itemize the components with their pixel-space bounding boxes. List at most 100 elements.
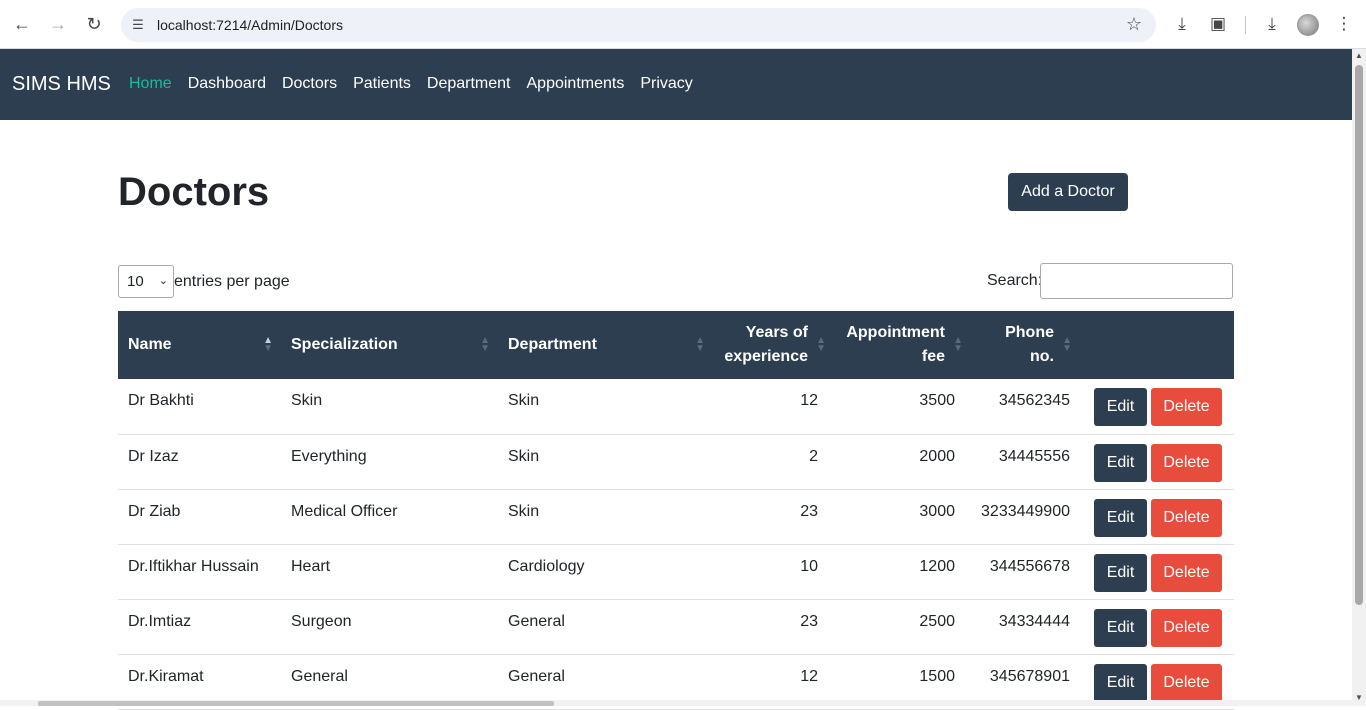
nav-link-home[interactable]: Home bbox=[129, 75, 172, 93]
cell-specialization: Heart bbox=[291, 557, 331, 575]
delete-button[interactable]: Delete bbox=[1151, 388, 1222, 426]
column-header-experience-label: Years of experience bbox=[724, 324, 808, 365]
scroll-up-icon[interactable]: ▲ bbox=[1355, 51, 1363, 60]
forward-arrow-icon[interactable]: → bbox=[44, 9, 72, 39]
menu-kebab-icon[interactable]: ⋮ bbox=[1332, 12, 1356, 36]
edit-button[interactable]: Edit bbox=[1094, 553, 1147, 592]
sort-icon: ▲ ▼ bbox=[1062, 335, 1072, 354]
table-row: Dr.Imtiaz Surgeon General 23 2500 343344… bbox=[118, 599, 1234, 654]
column-header-fee-label: Appointment fee bbox=[846, 324, 945, 365]
horizontal-scrollbar[interactable] bbox=[0, 700, 1352, 706]
brand-logo[interactable]: SIMS HMS bbox=[12, 73, 111, 96]
edit-button[interactable]: Edit bbox=[1094, 443, 1147, 482]
cell-department: Cardiology bbox=[508, 557, 585, 575]
search-input[interactable] bbox=[1040, 263, 1233, 299]
delete-button[interactable]: Delete bbox=[1151, 443, 1222, 482]
edit-button[interactable]: Edit bbox=[1094, 388, 1147, 426]
column-header-fee[interactable]: Appointment fee ▲ ▼ bbox=[834, 311, 971, 379]
nav-links: Home Dashboard Doctors Patients Departme… bbox=[129, 75, 693, 93]
cell-phone: 3233449900 bbox=[981, 502, 1070, 520]
column-header-experience[interactable]: Years of experience ▲ ▼ bbox=[713, 311, 834, 379]
cell-fee: 3500 bbox=[919, 392, 955, 409]
entries-per-page-value: 10 bbox=[127, 273, 144, 290]
page-title: Doctors bbox=[118, 170, 270, 214]
entries-per-page-label: entries per page bbox=[174, 273, 290, 290]
sort-icon: ▲ ▼ bbox=[953, 335, 963, 354]
column-header-specialization[interactable]: Specialization ▲ ▼ bbox=[281, 311, 498, 379]
column-header-phone[interactable]: Phone no. ▲ ▼ bbox=[971, 311, 1080, 379]
cell-name: Dr Ziab bbox=[128, 502, 181, 520]
cell-name: Dr.Iftikhar Hussain bbox=[128, 557, 259, 575]
cell-phone: 344556678 bbox=[989, 557, 1070, 575]
cell-department: Skin bbox=[508, 502, 540, 520]
edit-button[interactable]: Edit bbox=[1094, 498, 1147, 537]
browser-toolbar: ← → ↻ ☰ localhost:7214/Admin/Doctors ☆ ⤓… bbox=[0, 0, 1366, 49]
edit-button[interactable]: Edit bbox=[1094, 663, 1147, 702]
cell-name: Dr Bakhti bbox=[128, 392, 194, 409]
doctors-table: Name ▲ ▼ Specialization ▲ ▼ Department ▲ ▼ … bbox=[118, 311, 1234, 710]
cell-experience: 23 bbox=[800, 502, 818, 520]
cell-name: Dr.Imtiaz bbox=[128, 612, 192, 630]
vertical-scrollbar[interactable]: ▲ ▼ bbox=[1352, 49, 1366, 706]
chevron-down-icon: ⌄ bbox=[158, 275, 168, 287]
cell-department: Skin bbox=[508, 447, 540, 465]
table-header-row: Name ▲ ▼ Specialization ▲ ▼ Department ▲ ▼ … bbox=[118, 311, 1234, 379]
back-arrow-icon[interactable]: ← bbox=[8, 9, 36, 39]
reload-icon[interactable]: ↻ bbox=[80, 9, 108, 39]
delete-button[interactable]: Delete bbox=[1151, 608, 1222, 647]
column-header-name-label: Name bbox=[128, 336, 172, 353]
cell-specialization: Everything bbox=[291, 447, 367, 465]
sort-icon: ▲ ▼ bbox=[480, 335, 490, 354]
download-status-icon[interactable]: ⤓ bbox=[1170, 12, 1194, 36]
address-bar[interactable]: ☰ localhost:7214/Admin/Doctors ☆ bbox=[121, 8, 1156, 42]
downloads-icon[interactable]: ⤓ bbox=[1260, 12, 1284, 36]
cell-department: General bbox=[508, 612, 565, 630]
column-header-department[interactable]: Department ▲ ▼ bbox=[498, 311, 713, 379]
cell-fee: 3000 bbox=[919, 502, 955, 520]
cell-actions: Edit Delete bbox=[1080, 544, 1234, 599]
nav-link-doctors[interactable]: Doctors bbox=[282, 75, 337, 93]
nav-link-department[interactable]: Department bbox=[427, 75, 511, 93]
cell-phone: 34562345 bbox=[998, 392, 1070, 409]
cell-actions: Edit Delete bbox=[1080, 434, 1234, 489]
nav-link-privacy[interactable]: Privacy bbox=[640, 75, 692, 93]
column-header-name[interactable]: Name ▲ ▼ bbox=[118, 311, 281, 379]
toolbar-divider bbox=[1245, 16, 1246, 34]
table-row: Dr Bakhti Skin Skin 12 3500 34562345 Edi… bbox=[118, 379, 1234, 434]
url-text[interactable]: localhost:7214/Admin/Doctors bbox=[157, 17, 343, 33]
cell-department: Skin bbox=[508, 392, 540, 409]
sort-icon: ▲ ▼ bbox=[816, 335, 826, 354]
cell-fee: 2000 bbox=[919, 447, 955, 465]
search-label: Search: bbox=[987, 272, 1043, 289]
cell-actions: Edit Delete bbox=[1080, 379, 1234, 434]
add-doctor-button[interactable]: Add a Doctor bbox=[1008, 173, 1128, 211]
entries-per-page-select[interactable]: 10 ⌄ bbox=[118, 265, 174, 298]
cell-actions: Edit Delete bbox=[1080, 599, 1234, 654]
delete-button[interactable]: Delete bbox=[1151, 553, 1222, 592]
delete-button[interactable]: Delete bbox=[1151, 663, 1222, 702]
cell-actions: Edit Delete bbox=[1080, 489, 1234, 544]
cell-specialization: Skin bbox=[291, 392, 323, 409]
nav-link-patients[interactable]: Patients bbox=[353, 75, 411, 93]
cell-specialization: Medical Officer bbox=[291, 502, 398, 520]
horizontal-scrollbar-thumb[interactable] bbox=[38, 701, 554, 706]
table-row: Dr Izaz Everything Skin 2 2000 34445556 … bbox=[118, 434, 1234, 489]
sort-ascending-icon: ▲ ▼ bbox=[263, 335, 273, 354]
delete-button[interactable]: Delete bbox=[1151, 498, 1222, 537]
cell-specialization: Surgeon bbox=[291, 612, 352, 630]
nav-link-appointments[interactable]: Appointments bbox=[527, 75, 625, 93]
cell-phone: 34445556 bbox=[998, 447, 1070, 465]
cell-experience: 10 bbox=[800, 557, 818, 575]
site-settings-icon[interactable]: ☰ bbox=[129, 16, 147, 34]
profile-avatar[interactable] bbox=[1297, 14, 1319, 36]
cell-phone: 34334444 bbox=[998, 612, 1070, 630]
extensions-icon[interactable]: ▣ bbox=[1206, 12, 1230, 36]
app-navbar: SIMS HMS Home Dashboard Doctors Patients… bbox=[0, 49, 1352, 120]
edit-button[interactable]: Edit bbox=[1094, 608, 1147, 647]
cell-experience: 23 bbox=[800, 612, 818, 630]
bookmark-star-icon[interactable]: ☆ bbox=[1126, 14, 1142, 35]
scrollbar-thumb[interactable] bbox=[1355, 65, 1363, 605]
nav-link-dashboard[interactable]: Dashboard bbox=[188, 75, 266, 93]
scroll-down-icon[interactable]: ▼ bbox=[1355, 693, 1363, 702]
table-row: Dr Ziab Medical Officer Skin 23 3000 323… bbox=[118, 489, 1234, 544]
